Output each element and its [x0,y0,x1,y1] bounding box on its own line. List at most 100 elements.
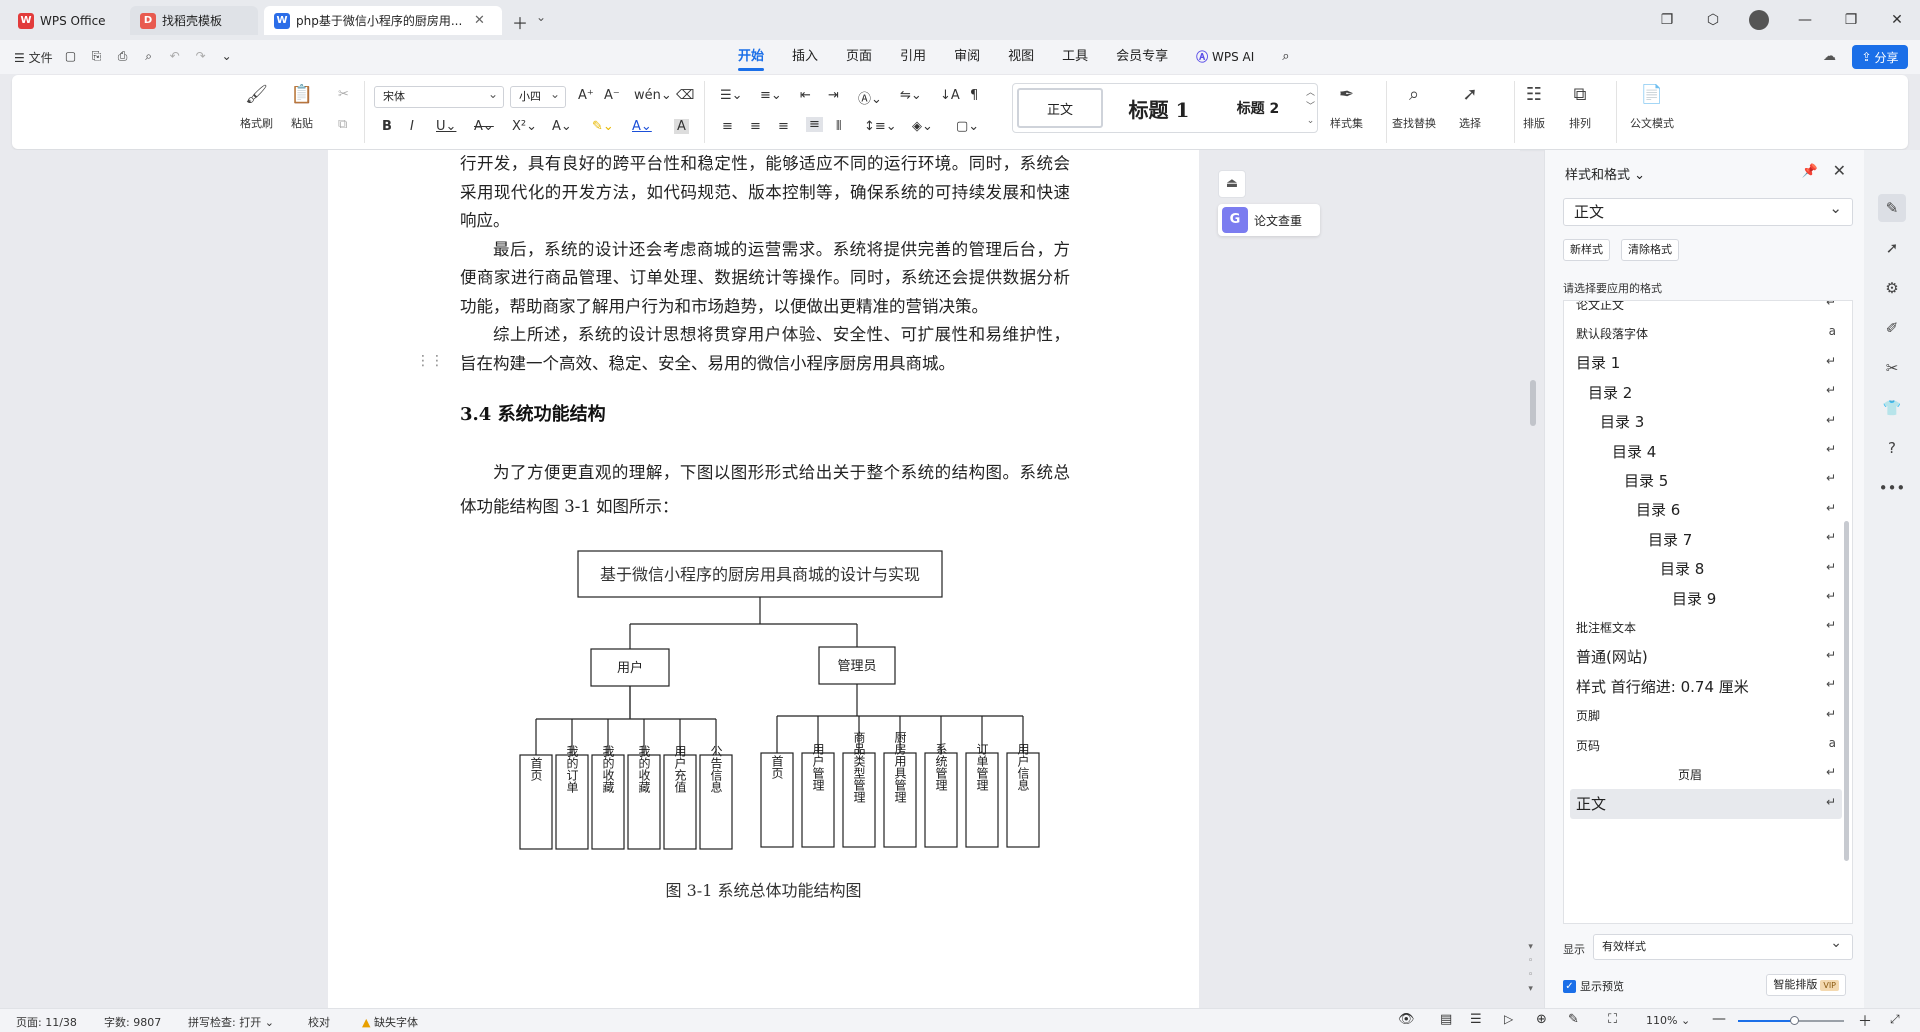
doc-mode-button[interactable]: 📄 公文模式 [1630,83,1674,131]
align-center-icon[interactable]: ≡ [750,119,761,134]
italic-icon[interactable]: I [410,119,414,134]
shrink-font-icon[interactable]: A⁻ [604,88,620,103]
fit-page-icon[interactable]: ⛶ [1608,1012,1617,1027]
decrease-indent-icon[interactable]: ⇤ [800,88,811,103]
proofread-button[interactable]: 校对 [308,1014,330,1030]
comment-cloud-icon[interactable]: ☁ [1823,49,1836,64]
style-list-item[interactable]: 目录 4 ↵ [1570,436,1842,466]
tab-document[interactable]: W php基于微信小程序的厨房用... ✕ [264,6,502,35]
new-style-button[interactable]: 新样式 [1563,239,1610,261]
style-list-item[interactable]: 目录 9 ↵ [1570,583,1842,613]
style-list-item[interactable]: 目录 6 ↵ [1570,495,1842,525]
smart-layout-button[interactable]: 智能排版 VIP [1766,974,1846,996]
layout-button[interactable]: ☷ 排版 [1522,83,1546,131]
strikethrough-icon[interactable]: A⌄ [474,119,494,134]
style-list-item[interactable]: 普通(网站) ↵ [1570,642,1842,672]
scrollbar-thumb[interactable] [1530,380,1536,426]
styles-panel-title[interactable]: 样式和格式 ⌄ [1565,164,1645,183]
font-size-select[interactable]: 小四 [510,84,566,108]
settings-sliders-icon[interactable]: ⚙ [1878,274,1906,302]
sort-icon[interactable]: ↓A [940,88,960,103]
select-button[interactable]: ➚ 选择 [1458,83,1482,131]
outline-view-icon[interactable]: ☰ [1470,1012,1482,1027]
find-replace-button[interactable]: ⌕ 查找替换 [1392,83,1436,131]
style-gallery-scroll[interactable]: ︿ ﹀ ⌄ [1306,86,1315,128]
style-list-item[interactable]: 页码 a [1570,730,1842,760]
page-view-icon[interactable]: ▤ [1440,1012,1452,1027]
paste-button[interactable]: 📋 粘贴 [290,83,314,131]
font-name-select[interactable]: 宋体 [374,84,504,108]
search-icon[interactable]: ⌕ [1268,40,1303,74]
zoom-slider-knob[interactable] [1790,1016,1799,1025]
align-left-icon[interactable]: ≡ [722,119,733,134]
superscript-icon[interactable]: X²⌄ [512,119,537,134]
missing-font-warning[interactable]: ▲ 缺失字体 [362,1014,418,1030]
spell-check-status[interactable]: 拼写检查: 打开 ⌄ [188,1014,274,1030]
zoom-out-icon[interactable]: — [1712,1011,1726,1027]
close-tab-icon[interactable]: ✕ [474,13,485,28]
distributed-icon[interactable]: ⫴ [836,119,841,134]
multi-window-icon[interactable]: ❐ [1644,12,1690,28]
close-icon[interactable]: ✕ [1833,161,1846,180]
tab-list-chevron-icon[interactable]: ⌄ [536,10,546,24]
show-marks-icon[interactable]: ¶ [970,88,978,103]
style-list-item[interactable]: 目录 8 ↵ [1570,554,1842,584]
help-icon[interactable]: ? [1878,434,1906,462]
style-pen-icon[interactable]: ✎ [1878,194,1906,222]
customize-chevron-icon[interactable]: ⌄ [219,49,235,65]
line-spacing-icon[interactable]: ↕≡⌄ [864,119,897,134]
zoom-in-icon[interactable]: ＋ [1858,1011,1872,1031]
tab-view[interactable]: 视图 [994,40,1048,74]
tab-wps-office[interactable]: W WPS Office [8,6,122,35]
tab-insert[interactable]: 插入 [778,40,832,74]
web-view-icon[interactable]: ⊕ [1536,1012,1547,1027]
style-list-scrollbar[interactable] [1844,521,1849,861]
style-heading-2[interactable]: 标题 2 [1213,88,1303,128]
justify-icon[interactable]: ≡ [806,117,823,132]
new-tab-icon[interactable]: ＋ [512,10,528,34]
tab-docer[interactable]: D 找稻壳模板 [130,6,258,35]
style-list-item[interactable]: 目录 1 ↵ [1570,348,1842,378]
pin-icon[interactable]: 📌 [1802,164,1818,179]
plagiarism-check-button[interactable]: G 论文查重 [1218,204,1320,236]
close-window-icon[interactable]: ✕ [1874,12,1920,28]
numbered-list-icon[interactable]: ≡⌄ [760,88,782,103]
tools-icon[interactable]: ✂ [1878,354,1906,382]
style-list-item[interactable]: 目录 5 ↵ [1570,465,1842,495]
increase-indent-icon[interactable]: ⇥ [828,88,839,103]
style-list-item[interactable]: 目录 7 ↵ [1570,524,1842,554]
zoom-level[interactable]: 110% ⌄ [1646,1014,1690,1027]
undo-icon[interactable]: ↶ [167,49,183,65]
chinese-layout-icon[interactable]: Ⓐ⌄ [858,88,882,107]
file-menu-button[interactable]: ☰ 文件 [14,49,53,66]
pen-view-icon[interactable]: ✎ [1568,1012,1579,1027]
fullscreen-icon[interactable]: ⤢ [1890,1012,1900,1027]
wps-ai-button[interactable]: Ⓐ WPS AI [1182,40,1268,74]
page-nav-icon[interactable]: ▾ ◦ ◦ ▾ [1528,940,1533,996]
minimize-icon[interactable]: — [1782,12,1828,28]
style-list-item[interactable]: 目录 2 ↵ [1570,377,1842,407]
underline-icon[interactable]: U⌄ [436,119,456,134]
tab-review[interactable]: 审阅 [940,40,994,74]
edit-doc-icon[interactable]: ✐ [1878,314,1906,342]
bullet-list-icon[interactable]: ☰⌄ [720,88,743,103]
export-icon[interactable]: ⎘ [89,49,105,65]
style-list-item[interactable]: 页脚 ↵ [1570,701,1842,731]
phonetic-guide-icon[interactable]: wén⌄ [634,88,672,103]
grow-font-icon[interactable]: A⁺ [578,88,594,103]
show-styles-select[interactable]: 有效样式 [1593,931,1853,960]
style-list-item[interactable]: 默认段落字体 a [1570,318,1842,348]
word-count[interactable]: 字数: 9807 [104,1014,161,1030]
tab-member[interactable]: 会员专享 [1102,40,1182,74]
play-icon[interactable]: ▷ [1504,1012,1513,1026]
share-button[interactable]: ⇪ 分享 [1852,45,1908,69]
format-painter-button[interactable]: 🖌 格式刷 [240,83,273,131]
style-list-item[interactable]: 目录 3 ↵ [1570,407,1842,437]
show-preview-checkbox[interactable]: ✓ 显示预览 [1563,978,1624,994]
text-direction-icon[interactable]: ⇋⌄ [900,88,922,103]
collapse-panel-icon[interactable]: ⏏ [1218,170,1246,198]
style-list-item[interactable]: 批注框文本 ↵ [1570,612,1842,642]
select-cursor-icon[interactable]: ➚ [1878,234,1906,262]
style-list-item[interactable]: 页眉 ↵ [1570,759,1842,789]
char-shading-icon[interactable]: A [674,119,689,134]
